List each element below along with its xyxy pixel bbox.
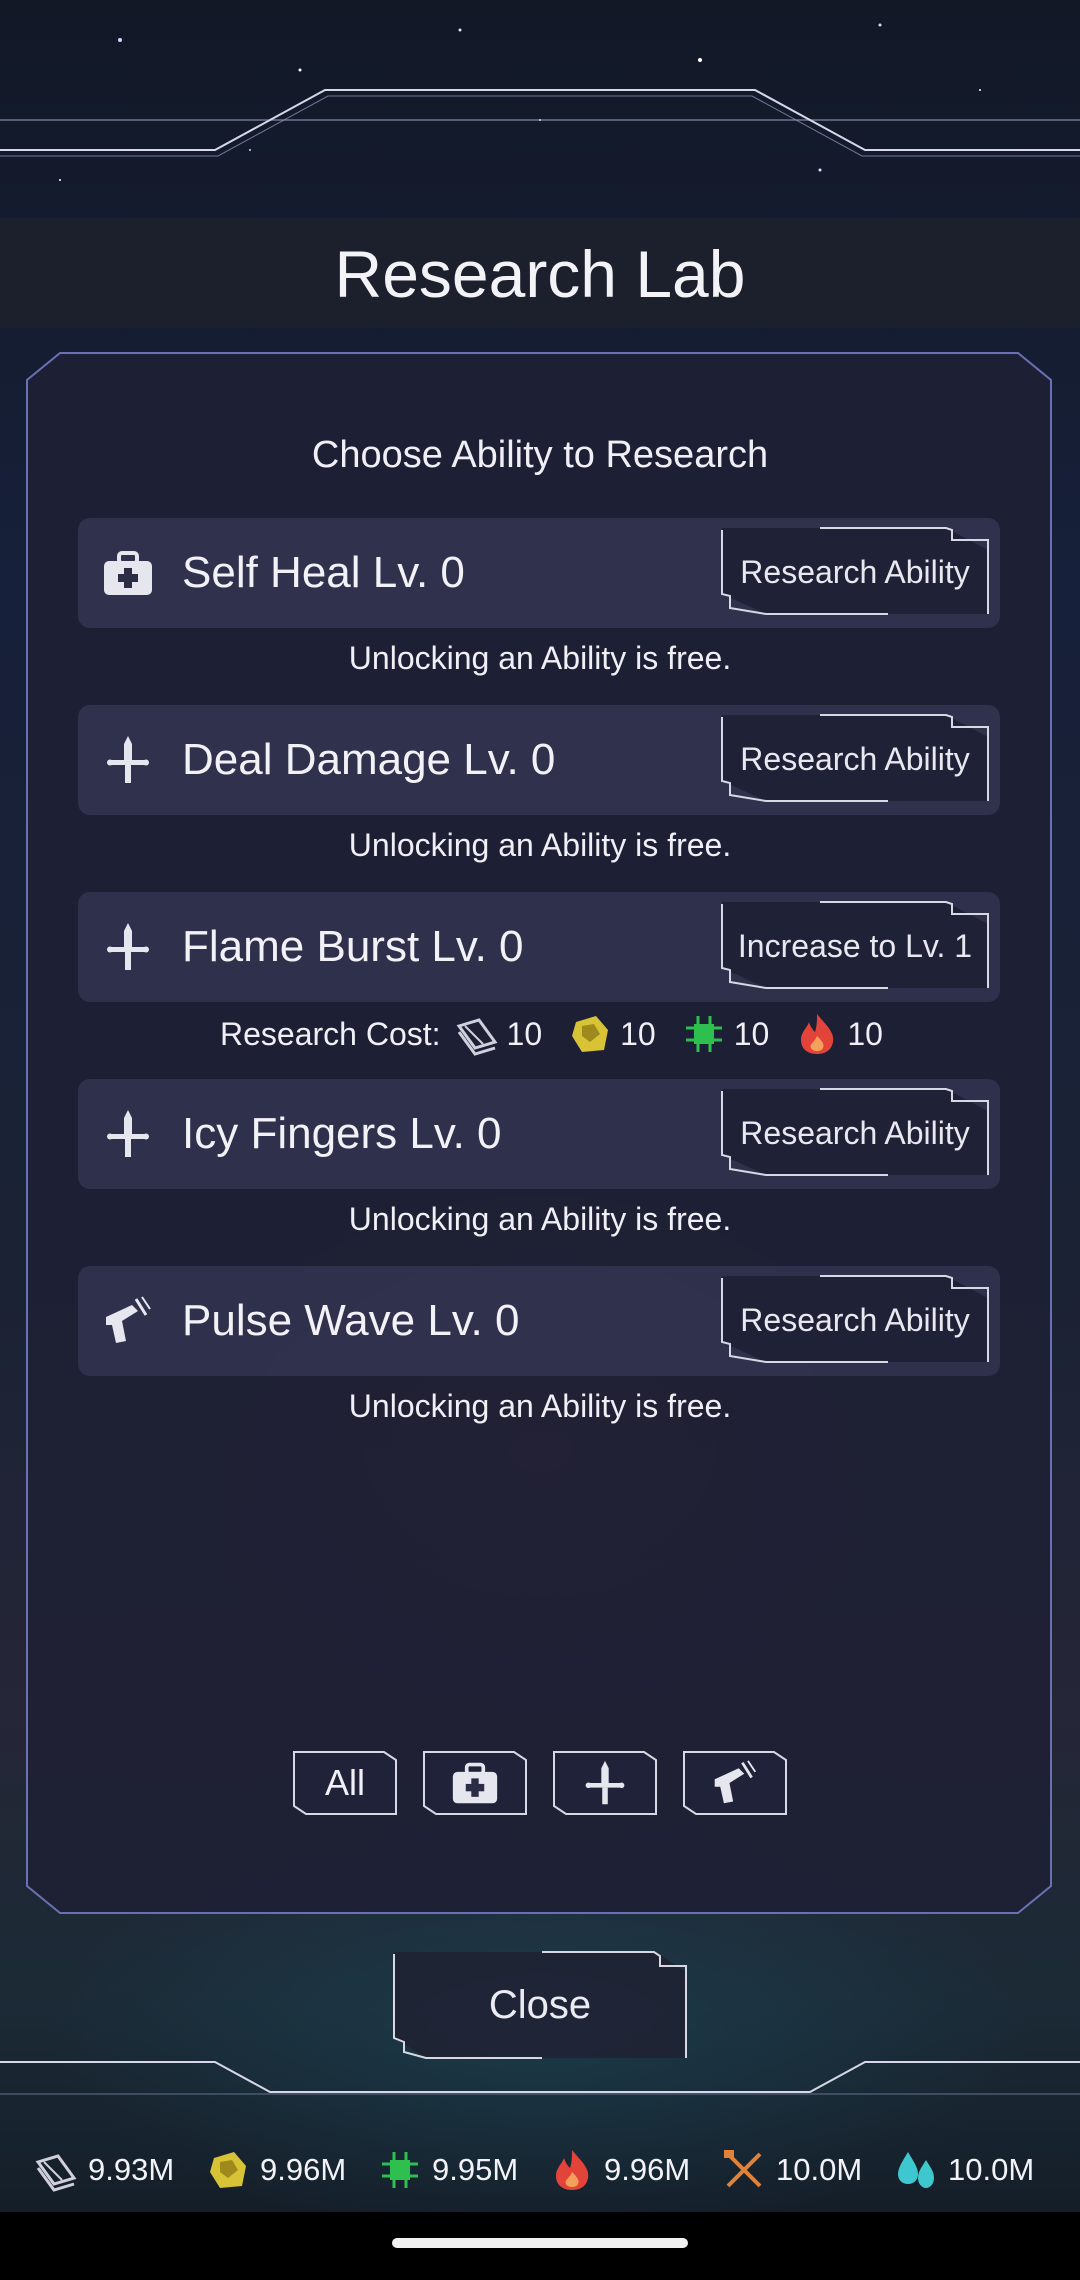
resource-water: 10.0M (894, 2140, 1034, 2200)
research-ability-button[interactable]: Research Ability (720, 1087, 990, 1179)
metal-plates-icon (456, 1018, 497, 1056)
resource-gold: 9.96M (206, 2140, 346, 2200)
resource-metal: 9.93M (34, 2140, 174, 2200)
gold-ore-icon (210, 2152, 246, 2188)
ability-note: Unlocking an Ability is free. (348, 640, 732, 676)
starfield-background (59, 23, 981, 181)
cost-value: 10 (847, 1015, 883, 1052)
filter-tab-heal[interactable] (422, 1750, 528, 1816)
resource-value: 9.95M (432, 2152, 519, 2187)
crossed-tools-icon (724, 2150, 762, 2188)
button-label: Increase to Lv. 1 (737, 928, 973, 964)
gold-ore-icon (572, 1016, 609, 1052)
filter-tab-label: All (324, 1762, 365, 1803)
sword-icon (107, 1110, 149, 1157)
blaster-icon (714, 1760, 757, 1804)
sword-icon (585, 1760, 625, 1805)
filter-tab-damage[interactable] (552, 1750, 658, 1816)
home-gesture-handle[interactable] (392, 2238, 688, 2248)
resource-bar: 9.93M 9.96M 9.95M 9.96M 10.0M 10.0M (0, 2140, 1080, 2200)
bottom-frame-decoration (0, 2061, 1080, 2095)
research-cost: Research Cost: 10 10 10 10 (220, 1014, 901, 1056)
button-label: Research Ability (740, 1302, 970, 1338)
filter-tab-ranged[interactable] (682, 1750, 788, 1816)
ability-note: Unlocking an Ability is free. (348, 827, 732, 863)
ability-label: Flame Burst Lv. 0 (182, 922, 524, 971)
resource-tools: 10.0M (722, 2140, 862, 2200)
ability-label: Deal Damage Lv. 0 (182, 735, 556, 784)
button-label: Research Ability (740, 741, 970, 777)
increase-level-button[interactable]: Increase to Lv. 1 (720, 900, 990, 992)
research-ability-button[interactable]: Research Ability (720, 526, 990, 618)
resource-value: 10.0M (776, 2152, 863, 2187)
panel-subtitle: Choose Ability to Research (311, 434, 769, 476)
close-button-label: Close (488, 1983, 592, 2027)
page-title: Research Lab (334, 237, 746, 311)
ability-note: Unlocking an Ability is free. (348, 1388, 732, 1424)
circuit-chip-icon (685, 1016, 722, 1052)
ability-label: Pulse Wave Lv. 0 (182, 1296, 520, 1345)
research-ability-button[interactable]: Research Ability (720, 1274, 990, 1366)
circuit-chip-icon (382, 2152, 418, 2188)
medkit-icon (104, 551, 152, 595)
top-frame-decoration (0, 89, 1080, 157)
fire-icon (801, 1014, 834, 1054)
cost-value: 10 (506, 1015, 543, 1052)
ability-label: Icy Fingers Lv. 0 (182, 1109, 502, 1158)
resource-value: 9.96M (604, 2152, 691, 2187)
button-label: Research Ability (740, 554, 970, 590)
sword-icon (107, 736, 149, 783)
button-label: Research Ability (740, 1115, 970, 1151)
close-button[interactable]: Close (392, 1950, 688, 2060)
resource-value: 9.93M (88, 2152, 175, 2187)
fire-icon (556, 2150, 589, 2190)
blaster-icon (106, 1296, 151, 1343)
cost-value: 10 (620, 1015, 656, 1052)
research-ability-button[interactable]: Research Ability (720, 713, 990, 805)
sword-icon (107, 923, 149, 970)
medkit-icon (452, 1762, 498, 1804)
research-cost-label: Research Cost: (220, 1015, 441, 1052)
resource-value: 10.0M (948, 2152, 1035, 2187)
metal-plates-icon (35, 2154, 77, 2192)
ability-label: Self Heal Lv. 0 (182, 548, 465, 597)
ability-note: Unlocking an Ability is free. (348, 1201, 732, 1237)
resource-circuits: 9.95M (378, 2140, 518, 2200)
resource-fire: 9.96M (550, 2140, 690, 2200)
water-drops-icon (898, 2152, 934, 2188)
filter-tab-all[interactable]: All (292, 1750, 398, 1816)
system-navigation-bar (0, 2212, 1080, 2280)
cost-value: 10 (733, 1015, 770, 1052)
resource-value: 9.96M (260, 2152, 347, 2187)
